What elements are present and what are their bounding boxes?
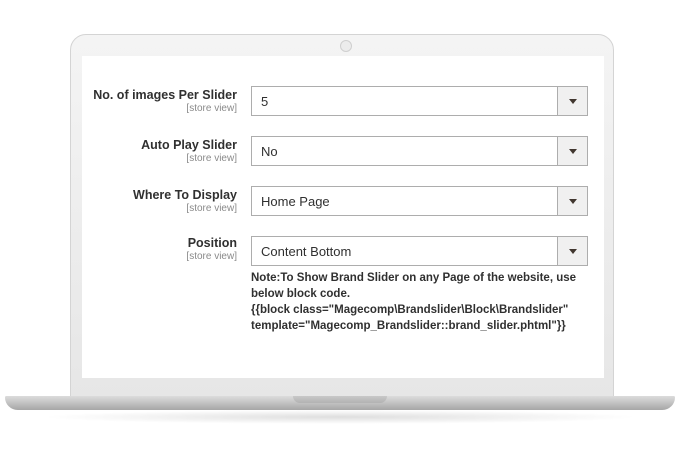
where-to-display-select[interactable]: Home Page — [251, 186, 588, 216]
field-row-where-to-display: Where To Display [store view] Home Page — [82, 186, 604, 216]
dropdown-arrow-button[interactable] — [557, 137, 587, 165]
note-line: Note:To Show Brand Slider on any Page of… — [251, 272, 577, 284]
webcam-icon — [340, 40, 352, 52]
field-label-wrap: No. of images Per Slider [store view] — [82, 88, 237, 115]
store-view-scope: [store view] — [186, 103, 237, 114]
position-select[interactable]: Content Bottom — [251, 236, 588, 266]
chevron-down-icon — [569, 249, 577, 254]
store-view-scope: [store view] — [186, 153, 237, 164]
field-row-auto-play: Auto Play Slider [store view] No — [82, 136, 604, 166]
field-row-position: Position [store view] Content Bottom — [82, 236, 604, 266]
field-label: Where To Display — [133, 188, 237, 202]
field-label-wrap: Auto Play Slider [store view] — [82, 138, 237, 165]
laptop-screen: No. of images Per Slider [store view] 5 … — [82, 56, 604, 378]
block-code-note: Note:To Show Brand Slider on any Page of… — [251, 270, 591, 334]
note-line: below block code. — [251, 288, 351, 300]
dropdown-arrow-button[interactable] — [557, 87, 587, 115]
store-view-scope: [store view] — [186, 203, 237, 214]
field-label: Position — [187, 236, 237, 250]
images-per-slider-select[interactable]: 5 — [251, 86, 588, 116]
field-label-wrap: Where To Display [store view] — [82, 188, 237, 215]
store-view-scope: [store view] — [186, 251, 237, 262]
field-label-wrap: Position [store view] — [82, 236, 237, 263]
note-code-line: template="Magecomp_Brandslider::brand_sl… — [251, 320, 566, 332]
field-label: Auto Play Slider — [141, 138, 237, 152]
laptop-shadow — [40, 410, 640, 424]
auto-play-slider-select[interactable]: No — [251, 136, 588, 166]
note-code-line: {{block class="Magecomp\Brandslider\Bloc… — [251, 304, 569, 316]
chevron-down-icon — [569, 149, 577, 154]
field-label: No. of images Per Slider — [93, 88, 237, 102]
select-value: Home Page — [261, 194, 330, 209]
dropdown-arrow-button[interactable] — [557, 237, 587, 265]
laptop-notch — [293, 396, 387, 403]
dropdown-arrow-button[interactable] — [557, 187, 587, 215]
select-value: Content Bottom — [261, 244, 352, 259]
chevron-down-icon — [569, 199, 577, 204]
field-row-images-per-slider: No. of images Per Slider [store view] 5 — [82, 86, 604, 116]
select-value: No — [261, 144, 278, 159]
chevron-down-icon — [569, 99, 577, 104]
select-value: 5 — [261, 94, 269, 109]
